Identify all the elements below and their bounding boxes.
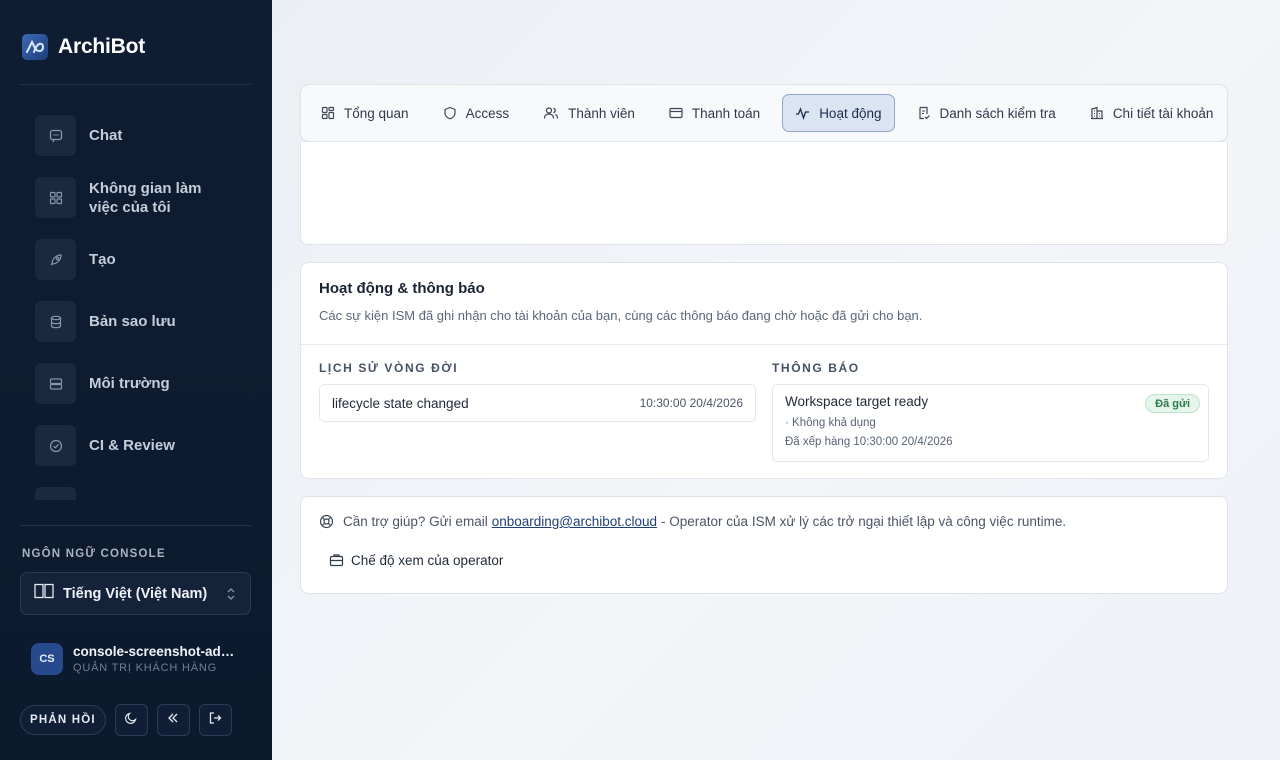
language-title: NGÔN NGỮ CONSOLE xyxy=(22,548,166,560)
grid-icon xyxy=(321,106,335,120)
status-badge: Đã gửi xyxy=(1145,394,1200,413)
logout-button[interactable] xyxy=(198,704,232,736)
card-subtitle: Các sự kiện ISM đã ghi nhận cho tài khoả… xyxy=(319,308,923,323)
tab-checklist[interactable]: Danh sách kiểm tra xyxy=(905,94,1068,132)
list-item: Workspace target ready Đã gửi · Không kh… xyxy=(772,384,1209,462)
divider xyxy=(20,84,251,85)
lifecycle-history: LỊCH SỬ VÒNG ĐỜI lifecycle state changed… xyxy=(319,361,756,422)
book-icon xyxy=(34,583,54,604)
server-icon xyxy=(35,363,76,404)
divider xyxy=(20,525,251,526)
sidebar-item-label: Bản sao lưu xyxy=(89,313,176,330)
operator-view-label: Chế độ xem của operator xyxy=(351,552,504,568)
users-icon xyxy=(543,107,559,119)
sidebar-item-label: Chat xyxy=(89,127,123,144)
help-prefix: Cần trợ giúp? Gửi email xyxy=(343,514,488,529)
sidebar-item-more[interactable] xyxy=(35,487,255,500)
notification-title: Workspace target ready xyxy=(785,394,929,409)
tab-overview[interactable]: Tổng quan xyxy=(309,94,421,132)
event-text: lifecycle state changed xyxy=(332,395,469,411)
more-icon xyxy=(35,487,76,500)
sidebar-nav: Chat Không gian làm việc của tôi Tạo Bản… xyxy=(35,115,255,500)
account-tabs: Tổng quan Access Thành viên Thanh toán H… xyxy=(300,84,1228,142)
moon-icon xyxy=(124,711,138,730)
sidebar-item-label: Không gian làm việc của tôi xyxy=(89,179,202,216)
feedback-button[interactable]: PHẢN HỒI xyxy=(20,705,106,735)
sidebar-item-environments[interactable]: Môi trường xyxy=(35,363,255,404)
shield-icon xyxy=(443,106,456,120)
checklist-icon xyxy=(918,106,930,120)
theme-toggle-button[interactable] xyxy=(114,704,148,736)
rocket-icon xyxy=(35,239,76,280)
operator-view-button[interactable]: Chế độ xem của operator xyxy=(319,545,513,575)
activity-card: Hoạt động & thông báo Các sự kiện ISM đã… xyxy=(300,262,1228,479)
notifications: THÔNG BÁO Workspace target ready Đã gửi … xyxy=(772,361,1209,462)
user-profile[interactable]: CS console-screenshot-adm... QUẢN TRỊ KH… xyxy=(31,643,241,675)
help-card: Cần trợ giúp? Gửi email onboarding@archi… xyxy=(300,496,1228,594)
chat-icon xyxy=(35,115,76,156)
sidebar-item-chat[interactable]: Chat xyxy=(35,115,255,156)
sidebar: ArchiBot Chat Không gian làm việc của tô… xyxy=(0,0,272,760)
archibot-logo-icon xyxy=(22,34,48,60)
event-time: 10:30:00 20/4/2026 xyxy=(639,396,743,410)
sidebar-item-label: Tạo xyxy=(89,251,116,268)
sidebar-item-ci-review[interactable]: CI & Review xyxy=(35,425,255,466)
credit-card-icon xyxy=(669,107,683,119)
notification-meta: · Không khả dụng xyxy=(785,417,876,429)
chevrons-left-icon xyxy=(166,711,180,730)
tab-billing[interactable]: Thanh toán xyxy=(657,94,772,132)
section-title: LỊCH SỬ VÒNG ĐỜI xyxy=(319,361,459,375)
tab-label: Chi tiết tài khoản xyxy=(1112,105,1214,121)
lifebuoy-icon xyxy=(319,514,334,529)
help-text: Cần trợ giúp? Gửi email onboarding@archi… xyxy=(319,514,1066,529)
sidebar-item-backups[interactable]: Bản sao lưu xyxy=(35,301,255,342)
sidebar-item-create[interactable]: Tạo xyxy=(35,239,255,280)
sidebar-footer: PHẢN HỒI xyxy=(20,704,232,736)
tab-members[interactable]: Thành viên xyxy=(531,94,647,132)
collapse-sidebar-button[interactable] xyxy=(156,704,190,736)
tab-activity[interactable]: Hoạt động xyxy=(782,94,895,132)
building-icon xyxy=(1090,106,1103,120)
user-role: QUẢN TRỊ KHÁCH HÀNG xyxy=(73,662,217,674)
card-title: Hoạt động & thông báo xyxy=(319,280,485,297)
help-suffix: - Operator của ISM xử lý các trở ngại th… xyxy=(661,514,1067,529)
tab-account-details[interactable]: Chi tiết tài khoản xyxy=(1078,94,1226,132)
language-value: Tiếng Việt (Việt Nam) xyxy=(63,585,208,602)
briefcase-icon xyxy=(329,554,344,567)
sidebar-item-workspace[interactable]: Không gian làm việc của tôi xyxy=(35,177,255,218)
brand-name: ArchiBot xyxy=(58,35,146,58)
sidebar-item-label: Môi trường xyxy=(89,375,170,392)
tab-label: Thanh toán xyxy=(691,105,761,121)
chevron-up-down-icon xyxy=(226,586,236,607)
logout-icon xyxy=(208,711,222,730)
avatar: CS xyxy=(31,643,63,675)
notification-queued: Đã xếp hàng 10:30:00 20/4/2026 xyxy=(785,436,953,448)
brand[interactable]: ArchiBot xyxy=(22,34,145,60)
tab-label: Danh sách kiểm tra xyxy=(939,105,1056,121)
database-icon xyxy=(35,301,76,342)
tab-panel-top xyxy=(300,142,1228,245)
tab-label: Thành viên xyxy=(568,105,635,121)
help-email-link[interactable]: onboarding@archibot.cloud xyxy=(492,514,657,529)
user-name: console-screenshot-adm... xyxy=(73,644,241,659)
list-item: lifecycle state changed 10:30:00 20/4/20… xyxy=(319,384,756,422)
grid-icon xyxy=(35,177,76,218)
tab-access[interactable]: Access xyxy=(431,94,522,132)
tab-label: Access xyxy=(465,105,510,121)
sidebar-item-label: CI & Review xyxy=(89,437,175,454)
card-header: Hoạt động & thông báo Các sự kiện ISM đã… xyxy=(301,263,1227,345)
tab-label: Hoạt động xyxy=(819,105,882,121)
check-circle-icon xyxy=(35,425,76,466)
language-select[interactable]: Tiếng Việt (Việt Nam) xyxy=(20,572,251,615)
tab-label: Tổng quan xyxy=(344,105,409,121)
section-title: THÔNG BÁO xyxy=(772,361,860,375)
activity-icon xyxy=(796,107,810,120)
